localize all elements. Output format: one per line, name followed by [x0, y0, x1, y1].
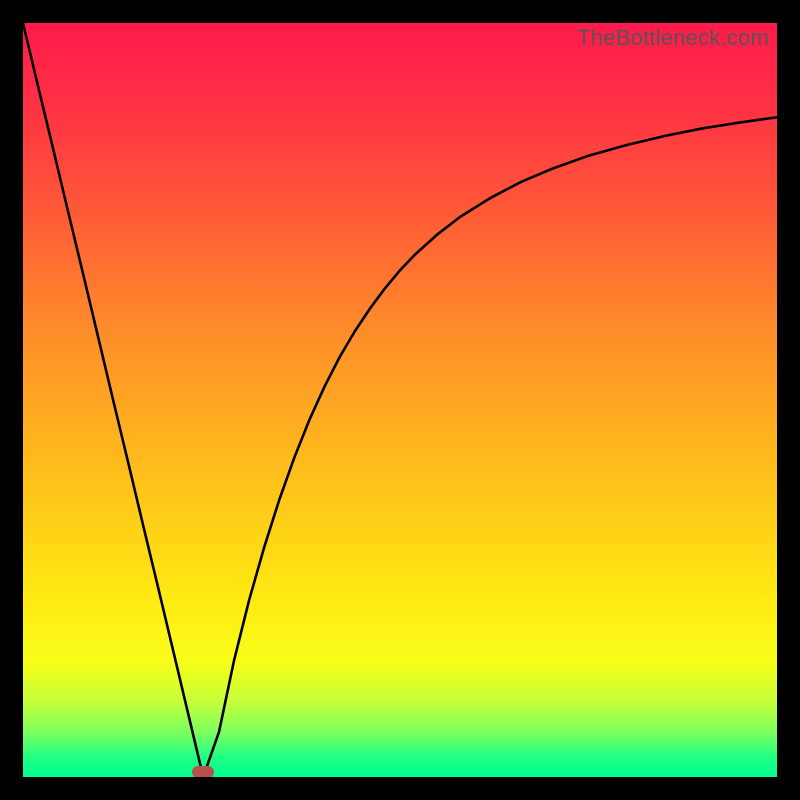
- watermark-text: TheBottleneck.com: [577, 25, 769, 51]
- bottleneck-curve: [23, 23, 777, 777]
- optimal-point-marker: [192, 766, 214, 777]
- outer-frame: TheBottleneck.com: [0, 0, 800, 800]
- plot-area: TheBottleneck.com: [23, 23, 777, 777]
